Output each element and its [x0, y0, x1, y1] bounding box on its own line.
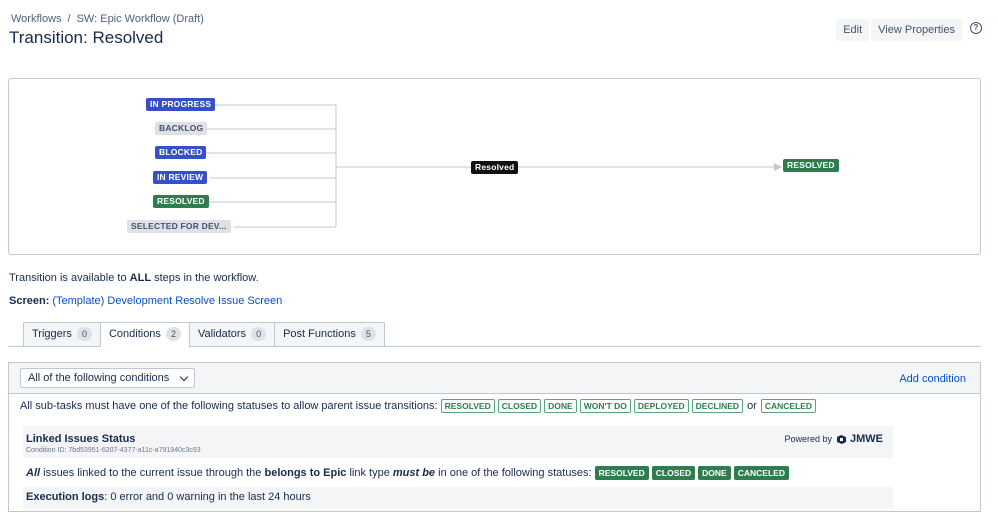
subtask-condition-text: All sub-tasks must have one of the follo… [20, 400, 438, 412]
desc-link-type: belongs to Epic [264, 467, 347, 479]
tab-label: Validators [197, 328, 247, 340]
tab-count: 5 [360, 327, 376, 341]
tab-post-functions[interactable]: Post Functions 5 [274, 322, 385, 347]
breadcrumb-separator: / [67, 13, 71, 25]
desc-all: All [26, 467, 41, 479]
status-badge: DONE [698, 466, 731, 480]
availability-text: Transition is available to ALL steps in … [9, 272, 259, 284]
or-text: or [747, 400, 757, 412]
screen-label: Screen: [9, 295, 50, 307]
execution-logs: Execution logs: 0 error and 0 warning in… [23, 487, 893, 508]
status-badge: DEPLOYED [633, 399, 689, 413]
status-resolved-source[interactable]: RESOLVED [153, 195, 209, 208]
chevron-down-icon [179, 372, 189, 382]
condition-title: Linked Issues Status [26, 433, 136, 445]
status-backlog[interactable]: BACKLOG [155, 122, 208, 135]
execution-logs-text: : 0 error and 0 warning in the last 24 h… [104, 491, 311, 503]
subtask-condition: All sub-tasks must have one of the follo… [20, 399, 817, 413]
linked-issues-condition: Linked Issues Status Condition ID: 7bd53… [23, 426, 893, 508]
condition-id: Condition ID: 7bd53951-6207-4377-a11c-a7… [26, 447, 201, 454]
availability-prefix: Transition is available to [9, 272, 127, 284]
status-in-progress[interactable]: IN PROGRESS [146, 98, 216, 111]
status-badge: CANCELED [760, 399, 817, 413]
desc-part: issues linked to the current issue throu… [43, 467, 262, 479]
tab-validators[interactable]: Validators 0 [188, 322, 276, 347]
arrow-head-icon [774, 163, 782, 171]
tab-label: Post Functions [283, 328, 356, 340]
tab-conditions[interactable]: Conditions 2 [99, 322, 190, 347]
screen-line: Screen: (Template) Development Resolve Is… [9, 295, 282, 307]
powered-by: Powered by JMWE [784, 433, 883, 445]
page-title: Transition: Resolved [9, 28, 164, 47]
tab-bar: Triggers 0 Conditions 2 Validators 0 Post F… [23, 322, 385, 347]
tab-label: Conditions [108, 328, 161, 340]
jmwe-logo-icon [836, 434, 847, 445]
tab-count: 2 [165, 327, 181, 341]
view-properties-button[interactable]: View Properties [871, 19, 962, 41]
desc-part: in one of the following statuses: [438, 467, 592, 479]
breadcrumb-workflow[interactable]: SW: Epic Workflow (Draft) [77, 13, 204, 25]
status-blocked[interactable]: BLOCKED [155, 146, 207, 159]
status-badge: RESOLVED [440, 399, 495, 413]
condition-header: Linked Issues Status Condition ID: 7bd53… [23, 426, 893, 458]
status-badge: CLOSED [651, 466, 696, 480]
status-badge: CANCELED [733, 466, 789, 480]
condition-group-select[interactable]: All of the following conditions [20, 368, 195, 388]
breadcrumb-workflows[interactable]: Workflows [11, 13, 62, 25]
status-badge: DONE [544, 399, 577, 413]
execution-logs-label[interactable]: Execution logs [26, 491, 104, 503]
top-actions: Edit View Properties [836, 19, 962, 41]
tab-count: 0 [76, 327, 92, 341]
breadcrumb: Workflows / SW: Epic Workflow (Draft) [11, 13, 204, 25]
conditions-panel: All of the following conditions Add cond… [8, 362, 981, 512]
conditions-header: All of the following conditions Add cond… [9, 363, 980, 394]
availability-emphasis: ALL [129, 272, 152, 284]
status-resolved-target[interactable]: RESOLVED [783, 159, 839, 172]
availability-suffix: steps in the workflow. [154, 272, 259, 284]
help-icon[interactable]: ? [970, 22, 982, 34]
desc-part: link type [349, 467, 390, 479]
jmwe-brand: JMWE [850, 433, 883, 445]
status-badge: DECLINED [691, 399, 744, 413]
tab-count: 0 [251, 327, 267, 341]
status-selected-for-dev[interactable]: SELECTED FOR DEV... [127, 220, 231, 233]
tab-triggers[interactable]: Triggers 0 [23, 322, 101, 347]
add-condition-link[interactable]: Add condition [899, 373, 966, 385]
workflow-diagram: IN PROGRESS BACKLOG BLOCKED IN REVIEW RE… [8, 78, 981, 255]
status-badge: RESOLVED [594, 466, 649, 480]
condition-description: All issues linked to the current issue t… [26, 466, 789, 480]
desc-must: must be [392, 467, 436, 479]
tab-label: Triggers [32, 328, 72, 340]
transition-label[interactable]: Resolved [471, 161, 519, 174]
edit-button[interactable]: Edit [836, 19, 870, 41]
status-badge: WON'T DO [579, 399, 631, 413]
select-value: All of the following conditions [28, 372, 170, 384]
status-in-review[interactable]: IN REVIEW [153, 171, 208, 184]
screen-link[interactable]: (Template) Development Resolve Issue Scr… [52, 295, 282, 307]
powered-by-text: Powered by [784, 434, 832, 444]
status-badge: CLOSED [497, 399, 542, 413]
